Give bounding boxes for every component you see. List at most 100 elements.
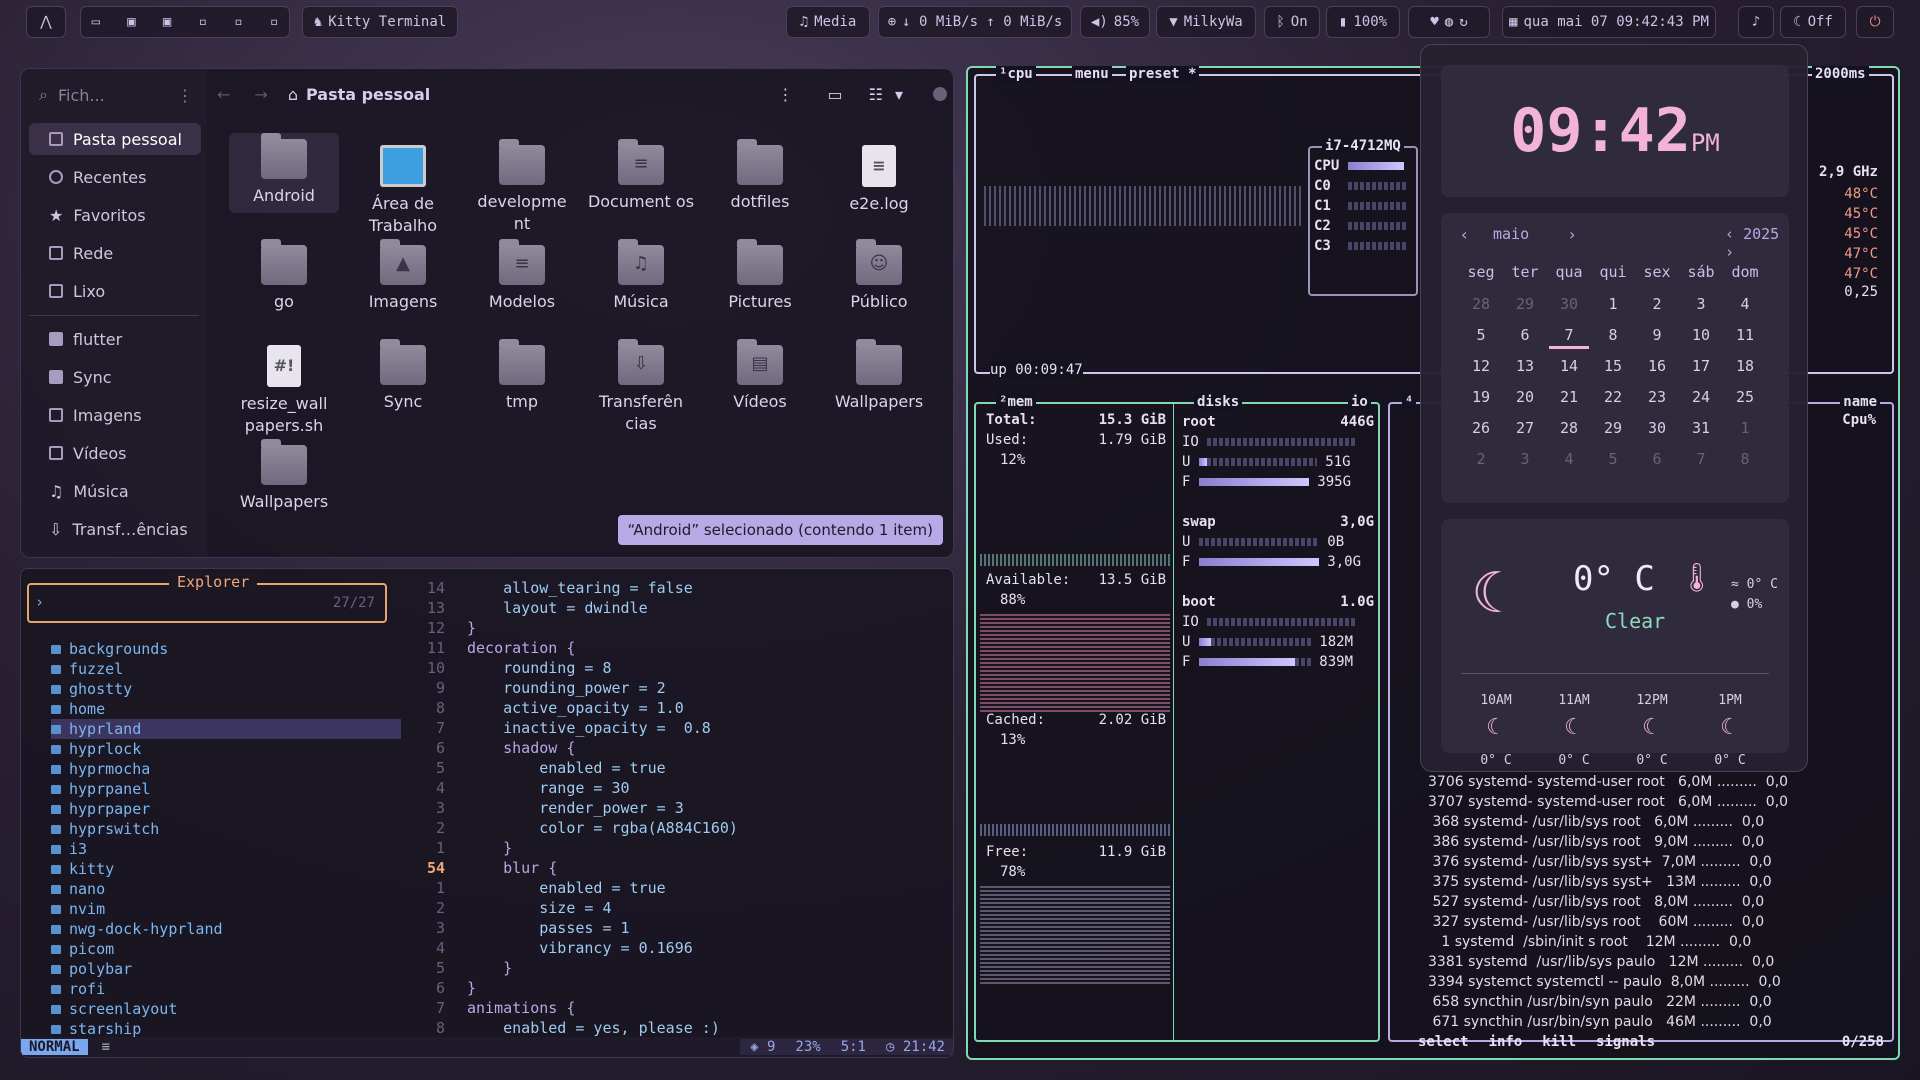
calendar-day[interactable]: 21 [1549, 388, 1589, 406]
calendar-day[interactable]: 2 [1637, 295, 1677, 313]
select-button[interactable]: select [1418, 1034, 1469, 1050]
close-icon[interactable] [933, 87, 947, 101]
menu-tab[interactable]: menu [1072, 66, 1112, 82]
calendar-day[interactable]: 4 [1549, 450, 1589, 468]
tree-item[interactable]: starship [51, 1019, 401, 1039]
file-item[interactable]: tmp [467, 339, 577, 413]
sidebar-item-trash[interactable]: Lixo [29, 275, 201, 307]
signals-button[interactable]: signals [1596, 1034, 1655, 1050]
calendar-day[interactable]: 11 [1725, 326, 1765, 344]
calendar-day[interactable]: 7 [1681, 450, 1721, 468]
night-light-button[interactable]: ☾ Off [1780, 6, 1846, 38]
tree-item[interactable]: kitty [51, 859, 401, 879]
workspace-dot[interactable]: ▫ [234, 14, 242, 30]
cpu-percent-header[interactable]: Cpu% [1842, 412, 1876, 428]
calendar-day[interactable]: 30 [1549, 295, 1589, 313]
table-row[interactable]: 3707 systemd- systemd-user root 6,0M ...… [1428, 794, 1884, 810]
calendar-day[interactable]: 22 [1593, 388, 1633, 406]
calendar-day[interactable]: 15 [1593, 357, 1633, 375]
sidebar-item-images[interactable]: Imagens [29, 399, 201, 431]
active-window[interactable]: ♞ Kitty Terminal [302, 6, 458, 38]
calendar-day[interactable]: 26 [1461, 419, 1501, 437]
tree-item[interactable]: backgrounds [51, 639, 401, 659]
battery-button[interactable]: ▮ 100% [1326, 6, 1400, 38]
sidebar-item-favorites[interactable]: ★ Favoritos [29, 199, 201, 231]
power-button[interactable]: ⏻ [1856, 6, 1894, 38]
proc-tab[interactable]: ⁴ [1402, 394, 1417, 410]
cpu-tab[interactable]: ¹cpu [996, 66, 1036, 82]
tree-item[interactable]: polybar [51, 959, 401, 979]
kill-button[interactable]: kill [1542, 1034, 1576, 1050]
media-button[interactable]: ♫ Media [786, 6, 870, 38]
sidebar-item-sync[interactable]: Sync [29, 361, 201, 393]
table-row[interactable]: 3706 systemd- systemd-user root 6,0M ...… [1428, 774, 1884, 790]
view-toggle-icon[interactable]: ☷ [869, 85, 883, 104]
tree-item[interactable]: home [51, 699, 401, 719]
table-row[interactable]: 3381 systemd /usr/lib/sys paulo 12M ....… [1428, 954, 1884, 970]
next-month-icon[interactable]: › [1569, 225, 1575, 244]
file-item[interactable]: developme nt [467, 139, 577, 235]
file-item[interactable]: Pictures [705, 239, 815, 313]
calendar-day[interactable]: 5 [1593, 450, 1633, 468]
calendar-day[interactable]: 9 [1637, 326, 1677, 344]
wifi-button[interactable]: ▼ MilkyWa [1156, 6, 1256, 38]
file-item[interactable]: Área de Trabalho [348, 145, 458, 237]
sidebar-item-videos[interactable]: Vídeos [29, 437, 201, 469]
calendar-day[interactable]: 2 [1461, 450, 1501, 468]
calendar-day[interactable]: 1 [1725, 419, 1765, 437]
menu-icon[interactable]: ⋮ [177, 86, 193, 105]
calendar-day[interactable]: 19 [1461, 388, 1501, 406]
system-tray[interactable]: ♥ ◍ ↻ [1408, 6, 1490, 38]
calendar-day[interactable]: 20 [1505, 388, 1545, 406]
file-item[interactable]: ≡ Modelos [467, 239, 577, 313]
file-item[interactable]: Wallpapers [229, 439, 339, 513]
preset-tab[interactable]: preset * [1126, 66, 1200, 82]
table-row[interactable]: 658 syncthin /usr/bin/syn paulo 22M ....… [1428, 994, 1884, 1010]
folder-icon[interactable]: ▭ [92, 14, 100, 30]
file-item[interactable]: Wallpapers [824, 339, 934, 413]
table-row[interactable]: 375 systemd- /usr/lib/sys syst+ 13M ....… [1428, 874, 1884, 890]
tree-item[interactable]: nwg-dock-hyprland [51, 919, 401, 939]
notifications-button[interactable]: ♪ [1738, 6, 1774, 38]
calendar-day[interactable]: 4 [1725, 295, 1765, 313]
file-item[interactable]: Sync [348, 339, 458, 413]
sidebar-item-flutter[interactable]: flutter [29, 323, 201, 355]
calendar-day[interactable]: 30 [1637, 419, 1677, 437]
search-field[interactable]: ⌕ Fich... ⋮ [33, 81, 199, 109]
calendar-day[interactable]: 16 [1637, 357, 1677, 375]
table-row[interactable]: 671 syncthin /usr/bin/syn paulo 46M ....… [1428, 1014, 1884, 1030]
tree-item[interactable]: hyprpanel [51, 779, 401, 799]
calendar-day[interactable]: 1 [1593, 295, 1633, 313]
explorer-search[interactable]: Explorer › 27/27 [27, 573, 387, 623]
calendar-day[interactable]: 14 [1549, 357, 1589, 375]
tree-item[interactable]: hyprmocha [51, 759, 401, 779]
file-item[interactable]: ♫ Música [586, 239, 696, 313]
calendar-day[interactable]: 17 [1681, 357, 1721, 375]
sidebar-item-music[interactable]: ♫ Música [29, 475, 201, 507]
menu-icon[interactable]: ⋮ [778, 85, 794, 104]
file-item[interactable]: ▲ Imagens [348, 239, 458, 313]
tree-item[interactable]: hyprland [51, 719, 401, 739]
terminal-icon[interactable]: ▣ [163, 14, 171, 30]
calendar-day[interactable]: 31 [1681, 419, 1721, 437]
tree-item[interactable]: nano [51, 879, 401, 899]
calendar-day[interactable]: 8 [1593, 326, 1633, 344]
calendar-day[interactable]: 29 [1505, 295, 1545, 313]
calendar-day[interactable]: 3 [1505, 450, 1545, 468]
file-item[interactable]: ⇩ Transferên cias [586, 339, 696, 435]
calendar-day[interactable]: 10 [1681, 326, 1721, 344]
calendar-day[interactable]: 12 [1461, 357, 1501, 375]
tree-item[interactable]: hyprpaper [51, 799, 401, 819]
tree-item[interactable]: rofi [51, 979, 401, 999]
file-item[interactable]: ≡ e2e.log [824, 145, 934, 215]
table-row[interactable]: 368 systemd- /usr/lib/sys root 6,0M ....… [1428, 814, 1884, 830]
volume-button[interactable]: ◀) 85% [1080, 6, 1150, 38]
sidebar-item-network[interactable]: Rede [29, 237, 201, 269]
tree-item[interactable]: screenlayout [51, 999, 401, 1019]
tree-item[interactable]: i3 [51, 839, 401, 859]
tree-item[interactable]: hyprswitch [51, 819, 401, 839]
calendar-day[interactable]: 8 [1725, 450, 1765, 468]
calendar-day[interactable]: 5 [1461, 326, 1501, 344]
workspace-dot[interactable]: ▫ [199, 14, 207, 30]
sidebar-item-downloads[interactable]: ⇩ Transf…ências [29, 513, 201, 545]
